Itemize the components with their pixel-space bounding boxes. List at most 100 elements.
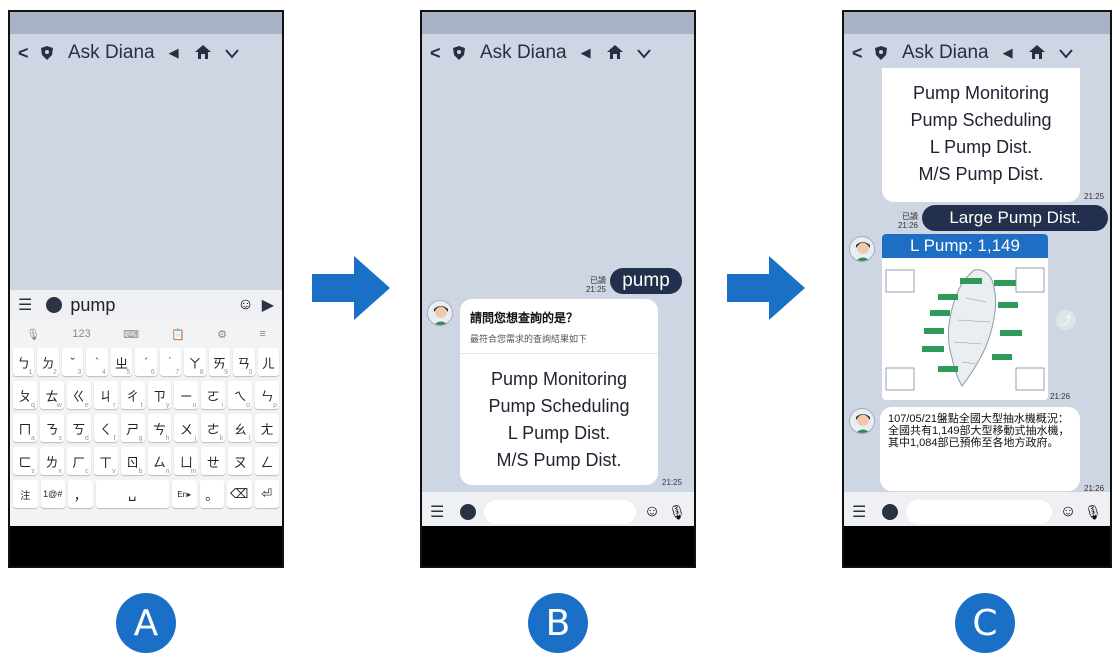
back-icon[interactable]: < — [18, 43, 36, 64]
number-toggle[interactable]: 123 — [72, 328, 90, 340]
menu-icon[interactable]: ☰ — [18, 295, 32, 315]
keyboard-key[interactable]: ˋ4 — [86, 348, 108, 376]
mic-icon[interactable]: 🎙 — [26, 328, 40, 341]
chevron-down-icon[interactable] — [1058, 43, 1073, 64]
keyboard-key[interactable]: ㄌx — [39, 447, 64, 475]
keyboard-key[interactable]: ㄕg — [120, 414, 145, 442]
message-input[interactable] — [484, 500, 636, 524]
keyboard-key[interactable]: ㄘh — [147, 414, 172, 442]
mute-icon[interactable]: ◀︎ — [1003, 45, 1013, 61]
key-zhuyin[interactable]: 注 — [13, 480, 38, 508]
key-backspace[interactable]: ⌫ — [227, 480, 252, 508]
keyboard-key[interactable]: ㄎd — [66, 414, 91, 442]
keyboard-key[interactable]: ㄅ1 — [13, 348, 35, 376]
expand-icon[interactable] — [882, 504, 899, 520]
option-l-pump-dist[interactable]: L Pump Dist. — [460, 420, 658, 447]
keyboard-key[interactable]: ㄟo — [228, 381, 253, 409]
expand-icon[interactable] — [460, 504, 477, 520]
keyboard-key[interactable]: ˙ 7 — [159, 348, 182, 376]
keyboard-key[interactable]: ㄠl — [228, 414, 253, 442]
key-hint: 6 — [150, 369, 155, 376]
message-input[interactable]: pump — [70, 295, 237, 316]
key-label: ㄆ — [18, 388, 32, 404]
home-icon[interactable] — [1028, 43, 1045, 64]
key-enter[interactable]: ⏎ — [254, 480, 279, 508]
keyboard-key[interactable]: ㄑf — [93, 414, 118, 442]
bot-subtitle: 最符合您需求的查詢結果如下 — [460, 328, 658, 354]
key-symbols[interactable]: 1@# — [40, 480, 65, 508]
keyboard-key[interactable]: ㄍe — [66, 381, 91, 409]
option-ms-pump-dist[interactable]: M/S Pump Dist. — [460, 447, 658, 474]
keyboard-key[interactable]: ㄓ5 — [110, 348, 133, 376]
shield-icon — [870, 46, 892, 60]
key-space[interactable]: ␣ — [95, 480, 169, 508]
share-icon[interactable]: ⤴ — [1056, 310, 1076, 330]
key-lang[interactable]: En▸ — [172, 480, 197, 508]
keyboard-key[interactable]: ㄉ2 — [37, 348, 59, 376]
message-input[interactable] — [906, 500, 1052, 524]
keyboard-key[interactable]: ㄩm — [174, 447, 199, 475]
keyboard-key[interactable]: ㄚ8 — [184, 348, 206, 376]
back-icon[interactable]: < — [852, 43, 870, 64]
gear-icon[interactable]: ⚙ — [217, 328, 227, 341]
option-l-pump-dist[interactable]: L Pump Dist. — [882, 134, 1080, 161]
option-ms-pump-dist[interactable]: M/S Pump Dist. — [882, 161, 1080, 188]
option-pump-monitoring[interactable]: Pump Monitoring — [882, 80, 1080, 107]
keyboard-key[interactable]: ㄢ0 — [233, 348, 255, 376]
option-pump-scheduling[interactable]: Pump Scheduling — [460, 393, 658, 420]
keyboard-key[interactable]: ㄐr — [93, 381, 118, 409]
key-label: ㄛ — [206, 388, 220, 404]
key-hint: 0 — [248, 369, 253, 376]
option-pump-scheduling[interactable]: Pump Scheduling — [882, 107, 1080, 134]
key-comma[interactable]: ， — [68, 480, 93, 508]
chevron-down-icon[interactable] — [636, 43, 651, 64]
keyboard-key[interactable]: ㄋs — [39, 414, 64, 442]
keyboard-key[interactable]: ㄥ — [255, 447, 280, 475]
mute-icon[interactable]: ◀︎ — [169, 45, 179, 61]
clipboard-icon[interactable]: 📋 — [171, 328, 185, 341]
back-icon[interactable]: < — [430, 43, 448, 64]
mute-icon[interactable]: ◀︎ — [581, 45, 591, 61]
mic-icon[interactable]: 🎙 — [1084, 504, 1102, 521]
mic-icon[interactable]: 🎙 — [668, 504, 686, 521]
menu-icon[interactable]: ☰ — [852, 502, 866, 522]
emoji-icon[interactable]: ☺ — [237, 296, 253, 314]
send-icon[interactable]: ▶ — [262, 295, 274, 315]
keyboard-key[interactable]: ㄙn — [147, 447, 172, 475]
keyboard-key[interactable]: ˇ3 — [61, 348, 84, 376]
key-period[interactable]: 。 — [199, 480, 224, 508]
keyboard-key[interactable]: ㄒv — [93, 447, 118, 475]
keyboard-key[interactable]: ㄨj — [174, 414, 199, 442]
emoji-icon[interactable]: ☺ — [644, 503, 660, 521]
option-pump-monitoring[interactable]: Pump Monitoring — [460, 366, 658, 393]
map-card[interactable]: L Pump: 1,149 — [882, 234, 1048, 400]
keyboard-icon[interactable]: ⌨ — [123, 328, 139, 341]
keyboard-key[interactable]: ㄦ — [257, 348, 279, 376]
keyboard-key[interactable]: ㄆq — [13, 381, 37, 409]
keyboard-key[interactable]: ㄇa — [13, 414, 37, 442]
keyboard-key[interactable]: ㄔt — [120, 381, 145, 409]
emoji-icon[interactable]: ☺ — [1060, 503, 1076, 521]
keyboard-key[interactable]: ˊ6 — [135, 348, 157, 376]
keyboard-key[interactable]: ㄏc — [66, 447, 91, 475]
chevron-down-icon[interactable] — [224, 43, 239, 64]
home-icon[interactable] — [606, 43, 623, 64]
menu-icon[interactable]: ☰ — [430, 502, 444, 522]
keyboard-key[interactable]: ㄝ — [201, 447, 226, 475]
keyboard-key[interactable]: ㄜk — [201, 414, 226, 442]
keyboard-key[interactable]: ㄡ — [228, 447, 253, 475]
keyboard-key[interactable]: ㄊw — [39, 381, 64, 409]
read-label: 已讀 — [590, 276, 606, 285]
expand-icon[interactable] — [46, 297, 63, 313]
key-label: ㄍ — [72, 388, 86, 404]
home-icon[interactable] — [194, 43, 211, 64]
keyboard-key[interactable]: ㄤ — [255, 414, 280, 442]
keyboard-key[interactable]: ㄧu — [174, 381, 199, 409]
keyboard-key[interactable]: ㄈz — [13, 447, 37, 475]
keyboard-key[interactable]: ㄗy — [147, 381, 172, 409]
keyboard-key[interactable]: ㄖb — [120, 447, 145, 475]
keyboard-key[interactable]: ㄛi — [201, 381, 226, 409]
more-icon[interactable]: ≡ — [259, 328, 265, 340]
keyboard-key[interactable]: ㄣp — [255, 381, 280, 409]
keyboard-key[interactable]: ㄞ9 — [208, 348, 231, 376]
